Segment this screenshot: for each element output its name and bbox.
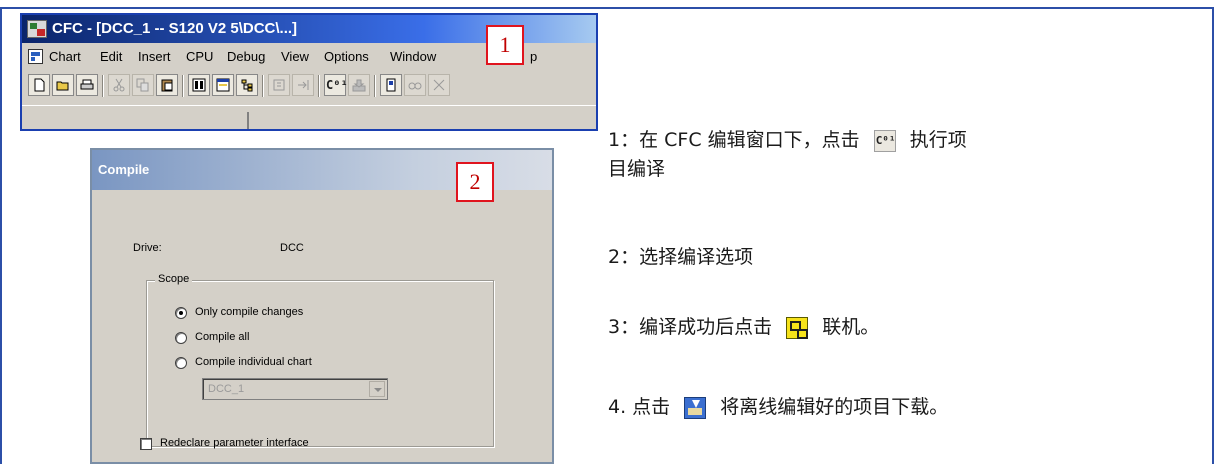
drive-value: DCC [280, 242, 304, 254]
compile-glyph: C⁰¹ [326, 78, 348, 92]
step1-suffix: 执行项 [909, 129, 967, 151]
compile-icon: C⁰¹ [873, 129, 896, 152]
step4-suffix: 将离线编辑好的项目下载。 [720, 396, 949, 418]
callout-2: 2 [456, 162, 494, 202]
menu-edit[interactable]: Edit [100, 45, 122, 69]
chart-view-icon[interactable] [188, 74, 210, 96]
print-icon[interactable] [76, 74, 98, 96]
toolbar-separator [318, 75, 320, 97]
catalog-icon[interactable] [236, 74, 258, 96]
menu-window[interactable]: Window [390, 45, 436, 69]
menu-chart[interactable]: Chart [49, 45, 81, 69]
menu-debug[interactable]: Debug [227, 45, 265, 69]
open-icon[interactable] [52, 74, 74, 96]
radio-compile-all[interactable] [175, 332, 187, 344]
compile-all-label[interactable]: Compile all [195, 331, 249, 343]
chart-select[interactable]: DCC_1 [202, 378, 388, 400]
redeclare-label[interactable]: Redeclare parameter interface [160, 437, 309, 449]
cfc-app-icon [27, 20, 47, 38]
toolbar-separator [262, 75, 264, 97]
instruction-step-1: 1：在 CFC 编辑窗口下，点击 C⁰¹ 执行项 [608, 125, 967, 155]
test-icon[interactable] [380, 74, 402, 96]
compile-icon[interactable]: C⁰¹ [324, 74, 348, 96]
menu-help-partial[interactable]: p [530, 45, 537, 69]
download-icon[interactable] [348, 74, 370, 96]
toolbar-separator [374, 75, 376, 97]
only-compile-changes-label[interactable]: Only compile changes [195, 306, 303, 318]
cfc-workspace [22, 105, 596, 129]
chart-select-value: DCC_1 [208, 383, 245, 395]
online-icon [786, 316, 809, 339]
new-icon[interactable] [28, 74, 50, 96]
watch-icon[interactable] [404, 74, 426, 96]
toolbar-separator [102, 75, 104, 97]
menu-view[interactable]: View [281, 45, 309, 69]
compile-individual-chart-label[interactable]: Compile individual chart [195, 356, 312, 368]
step3-suffix: 联机。 [822, 316, 880, 338]
step1-prefix: 1：在 CFC 编辑窗口下，点击 [608, 129, 860, 151]
radio-only-compile-changes[interactable] [175, 307, 187, 319]
copy-icon[interactable] [132, 74, 154, 96]
next-icon[interactable] [292, 74, 314, 96]
radio-compile-individual-chart[interactable] [175, 357, 187, 369]
more-icon[interactable] [428, 74, 450, 96]
menu-cpu[interactable]: CPU [186, 45, 213, 69]
step3-prefix: 3：编译成功后点击 [608, 316, 773, 338]
chevron-down-icon[interactable] [369, 381, 385, 397]
download-icon [684, 396, 707, 419]
menu-insert[interactable]: Insert [138, 45, 171, 69]
cut-icon[interactable] [108, 74, 130, 96]
toolbar-separator [182, 75, 184, 97]
paste-icon[interactable] [156, 74, 178, 96]
scope-label: Scope [155, 273, 193, 285]
instruction-step-4: 4. 点击 将离线编辑好的项目下载。 [608, 392, 948, 422]
cfc-toolbar: C⁰¹ [22, 71, 596, 101]
scope-group: Scope Only compile changes Compile all C… [146, 273, 494, 447]
redeclare-checkbox[interactable] [140, 438, 152, 450]
cfc-window-title: CFC - [DCC_1 -- S120 V2 5\DCC\...] [52, 20, 298, 37]
chart-document-icon[interactable] [28, 49, 43, 64]
sheet-view-icon[interactable] [212, 74, 234, 96]
instruction-step-1-line2: 目编译 [608, 158, 666, 180]
instruction-step-3: 3：编译成功后点击 联机。 [608, 312, 879, 342]
callout-1: 1 [486, 25, 524, 65]
workspace-divider[interactable] [247, 112, 249, 129]
step4-prefix: 4. 点击 [608, 396, 671, 418]
run-icon[interactable] [268, 74, 290, 96]
compile-glyph: C⁰¹ [875, 133, 896, 147]
drive-label: Drive: [133, 242, 162, 254]
menu-options[interactable]: Options [324, 45, 369, 69]
instruction-step-2: 2：选择编译选项 [608, 246, 754, 268]
